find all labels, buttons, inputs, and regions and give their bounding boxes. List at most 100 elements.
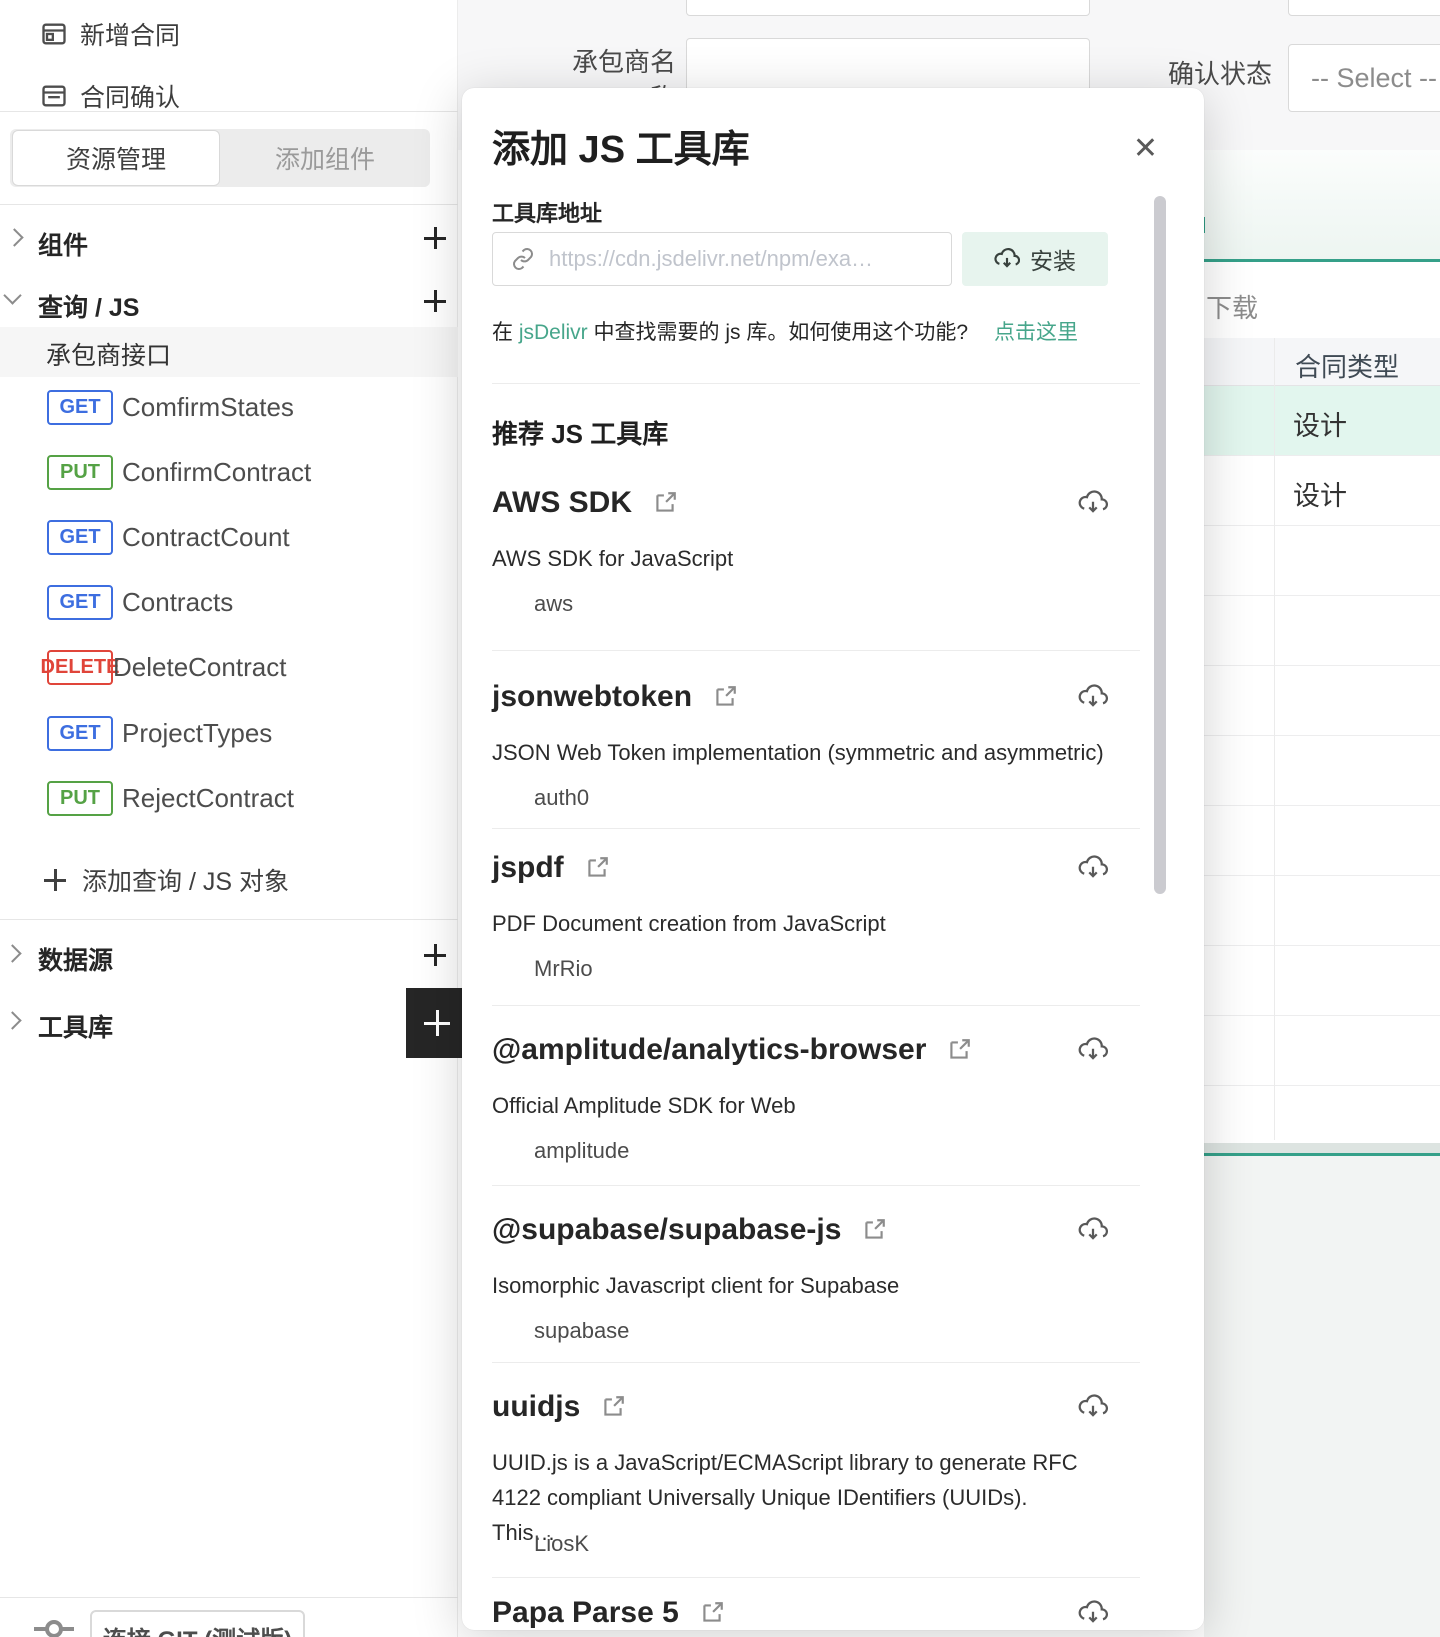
widget-selection-area (1204, 150, 1440, 259)
add-query-js-object-button[interactable]: 添加查询 / JS 对象 (44, 862, 289, 898)
library-description: JSON Web Token implementation (symmetric… (492, 740, 1104, 765)
plus-icon (424, 1010, 450, 1036)
tree-section-libraries[interactable]: 工具库 (38, 1008, 113, 1044)
tree-section-datasources[interactable]: 数据源 (38, 941, 113, 977)
download-library-icon[interactable] (1078, 682, 1108, 712)
method-badge: PUT (47, 455, 113, 490)
plus-icon (44, 869, 66, 891)
add-datasource-plus-icon[interactable] (424, 944, 446, 966)
divider (492, 1185, 1140, 1186)
divider (0, 204, 458, 205)
download-library-icon[interactable] (1078, 1215, 1108, 1245)
library-item: uuidjs UUID.js is a JavaScript/ECMAScrip… (492, 1390, 1108, 1575)
table-row[interactable] (1204, 946, 1440, 1016)
divider (0, 1597, 458, 1598)
table-row[interactable]: 设计 (1204, 386, 1440, 456)
library-item: @supabase/supabase-js Isomorphic Javascr… (492, 1213, 1108, 1363)
external-link-icon[interactable] (652, 490, 678, 516)
method-badge: DELETE (41, 650, 119, 685)
api-item[interactable]: GET Contracts (47, 585, 233, 620)
confirm-status-label: 确认状态 (1167, 59, 1272, 89)
table-row[interactable] (1204, 1086, 1440, 1140)
add-component-plus-icon[interactable] (424, 227, 446, 249)
table-row[interactable] (1204, 666, 1440, 736)
library-author: aws (534, 591, 574, 616)
table-row[interactable] (1204, 876, 1440, 946)
click-here-link[interactable]: 点击这里 (994, 321, 1078, 344)
table-row[interactable] (1204, 526, 1440, 596)
form-icon (42, 23, 66, 45)
confirm-status-select[interactable]: -- Select -- (1288, 44, 1440, 112)
modal-title: 添加 JS 工具库 (492, 129, 750, 171)
library-item: AWS SDK AWS SDK for JavaScript aws (492, 486, 1108, 636)
library-name: jsonwebtoken (492, 680, 693, 713)
form-input-partial-top-right[interactable] (1288, 0, 1440, 16)
git-branch-icon (34, 1620, 74, 1637)
modal-scrollbar[interactable] (1154, 196, 1166, 894)
external-link-icon[interactable] (946, 1037, 972, 1063)
library-name: jspdf (492, 851, 564, 884)
canvas-background (1204, 1156, 1440, 1637)
url-placeholder: https://cdn.jsdelivr.net/npm/exa… (549, 246, 874, 271)
query-group-contractor-api[interactable]: 承包商接口 (0, 327, 458, 377)
form-input-partial-top[interactable] (686, 0, 1090, 16)
external-link-icon[interactable] (861, 1217, 887, 1243)
method-badge: GET (47, 716, 113, 751)
contracts-table[interactable]: 合同类型 设计 设计 (1204, 338, 1440, 1140)
install-button[interactable]: 安装 (962, 232, 1108, 286)
library-url-input[interactable]: https://cdn.jsdelivr.net/npm/exa… (492, 232, 952, 286)
api-item[interactable]: GET ContractCount (47, 520, 290, 555)
library-description: Isomorphic Javascript client for Supabas… (492, 1273, 900, 1298)
select-placeholder: -- Select -- (1311, 62, 1438, 93)
sidebar-page-contract-confirm[interactable]: 合同确认 (40, 78, 180, 114)
download-library-icon[interactable] (1078, 1392, 1108, 1422)
external-link-icon[interactable] (699, 1600, 725, 1626)
api-item[interactable]: DELETE DeleteContract (41, 650, 286, 685)
method-badge: GET (47, 585, 113, 620)
cloud-download-icon (994, 247, 1020, 268)
contract-type-header: 合同类型 (1295, 352, 1400, 382)
api-item[interactable]: GET ComfirmStates (47, 390, 294, 425)
method-badge: GET (47, 390, 113, 425)
page-label: 合同确认 (80, 84, 181, 112)
library-name: @amplitude/analytics-browser (492, 1033, 927, 1066)
connect-git-button[interactable]: 连接 GIT (测试版) (90, 1610, 305, 1637)
table-row[interactable] (1204, 1016, 1440, 1086)
link-icon (513, 248, 533, 270)
external-link-icon[interactable] (712, 684, 738, 710)
recommended-section-title: 推荐 JS 工具库 (492, 419, 669, 449)
table-row[interactable] (1204, 806, 1440, 876)
library-author: amplitude (534, 1138, 630, 1163)
jsdelivr-link[interactable]: jsDelivr (519, 321, 588, 344)
external-link-icon[interactable] (584, 855, 610, 881)
download-library-icon[interactable] (1078, 1035, 1108, 1065)
download-library-icon[interactable] (1078, 853, 1108, 883)
add-library-button-active[interactable] (406, 988, 464, 1058)
library-author: LiosK (534, 1531, 590, 1556)
api-item[interactable]: PUT ConfirmContract (47, 455, 311, 490)
add-query-plus-icon[interactable] (424, 290, 446, 312)
library-name: uuidjs (492, 1390, 581, 1423)
library-item: jsonwebtoken JSON Web Token implementati… (492, 680, 1108, 830)
table-row[interactable]: 设计 (1204, 456, 1440, 526)
library-item: Papa Parse 5 (492, 1596, 1108, 1630)
table-row[interactable] (1204, 596, 1440, 666)
api-item[interactable]: PUT RejectContract (47, 781, 294, 816)
library-item: @amplitude/analytics-browser Official Am… (492, 1033, 1108, 1183)
sidebar-tabbar: 资源管理 添加组件 (10, 129, 430, 187)
table-row[interactable] (1204, 736, 1440, 806)
divider (492, 1362, 1140, 1363)
close-icon[interactable]: ✕ (1133, 134, 1158, 164)
api-item[interactable]: GET ProjectTypes (47, 716, 272, 751)
sidebar-page-new-contract[interactable]: 新增合同 (40, 16, 180, 52)
download-library-icon[interactable] (1078, 488, 1108, 518)
download-library-icon[interactable] (1078, 1598, 1108, 1628)
table-header-row: 合同类型 (1204, 338, 1440, 386)
tree-section-queries[interactable]: 查询 / JS (38, 288, 139, 324)
tab-add-component[interactable]: 添加组件 (220, 140, 430, 176)
tab-resource-management[interactable]: 资源管理 (12, 130, 220, 186)
external-link-icon[interactable] (600, 1394, 626, 1420)
divider (492, 1005, 1140, 1006)
download-column-label: 下载 (1206, 293, 1259, 323)
tree-section-components[interactable]: 组件 (38, 226, 88, 262)
